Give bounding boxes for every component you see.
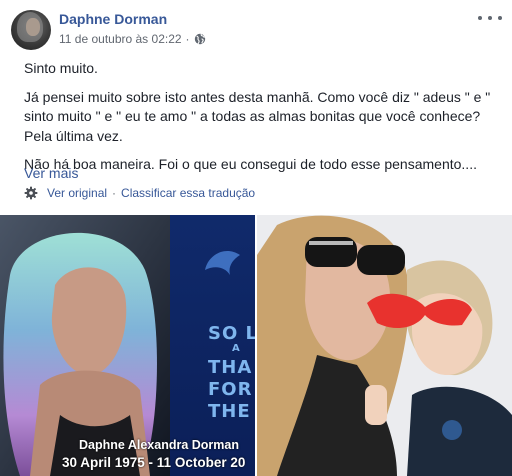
selfie-image <box>257 215 512 476</box>
memorial-caption-name: Daphne Alexandra Dorman <box>79 438 239 452</box>
memorial-line: THA <box>208 357 253 378</box>
meta-separator: · <box>185 32 190 46</box>
timestamp[interactable]: 11 de outubro às 02:22 <box>59 32 182 46</box>
post-text: Sinto muito. Já pensei muito sobre isto … <box>24 59 494 184</box>
more-dot <box>478 16 482 20</box>
more-dot <box>488 16 492 20</box>
translation-separator: · <box>112 186 117 200</box>
rate-translation-link[interactable]: Classificar essa tradução <box>121 186 255 200</box>
see-more-link[interactable]: Ver mais <box>24 165 78 181</box>
more-dot <box>498 16 502 20</box>
translation-bar: Ver original · Classificar essa tradução <box>24 186 255 200</box>
post-paragraph: Sinto muito. <box>24 60 98 76</box>
avatar-face <box>26 18 40 36</box>
see-original-link[interactable]: Ver original <box>47 186 107 200</box>
memorial-caption-dates: 30 April 1975 - 11 October 20 <box>62 455 246 470</box>
post-paragraph: Já pensei muito sobre isto antes desta m… <box>24 88 491 144</box>
memorial-line: THE <box>208 401 251 422</box>
post-paragraph: Não há boa maneira. Foi o que eu consegu… <box>24 156 477 172</box>
dolphin-icon <box>205 250 240 275</box>
gear-icon <box>24 186 38 200</box>
post-header: Daphne Dorman 11 de outubro às 02:22 · <box>0 0 512 56</box>
memorial-banner: SO L A THA FOR THE <box>170 215 255 476</box>
memorial-line: FOR <box>208 379 253 400</box>
avatar[interactable] <box>11 10 51 50</box>
globe-icon <box>194 33 205 45</box>
author-name[interactable]: Daphne Dorman <box>59 11 167 27</box>
post-meta: 11 de outubro às 02:22 · <box>59 32 206 46</box>
photo-selfie[interactable] <box>257 215 512 476</box>
memorial-line: SO L <box>208 323 255 344</box>
memorial-line: A <box>232 343 241 354</box>
more-options-icon[interactable] <box>478 10 502 26</box>
photo-memorial[interactable]: SO L A THA FOR THE <box>0 215 255 476</box>
